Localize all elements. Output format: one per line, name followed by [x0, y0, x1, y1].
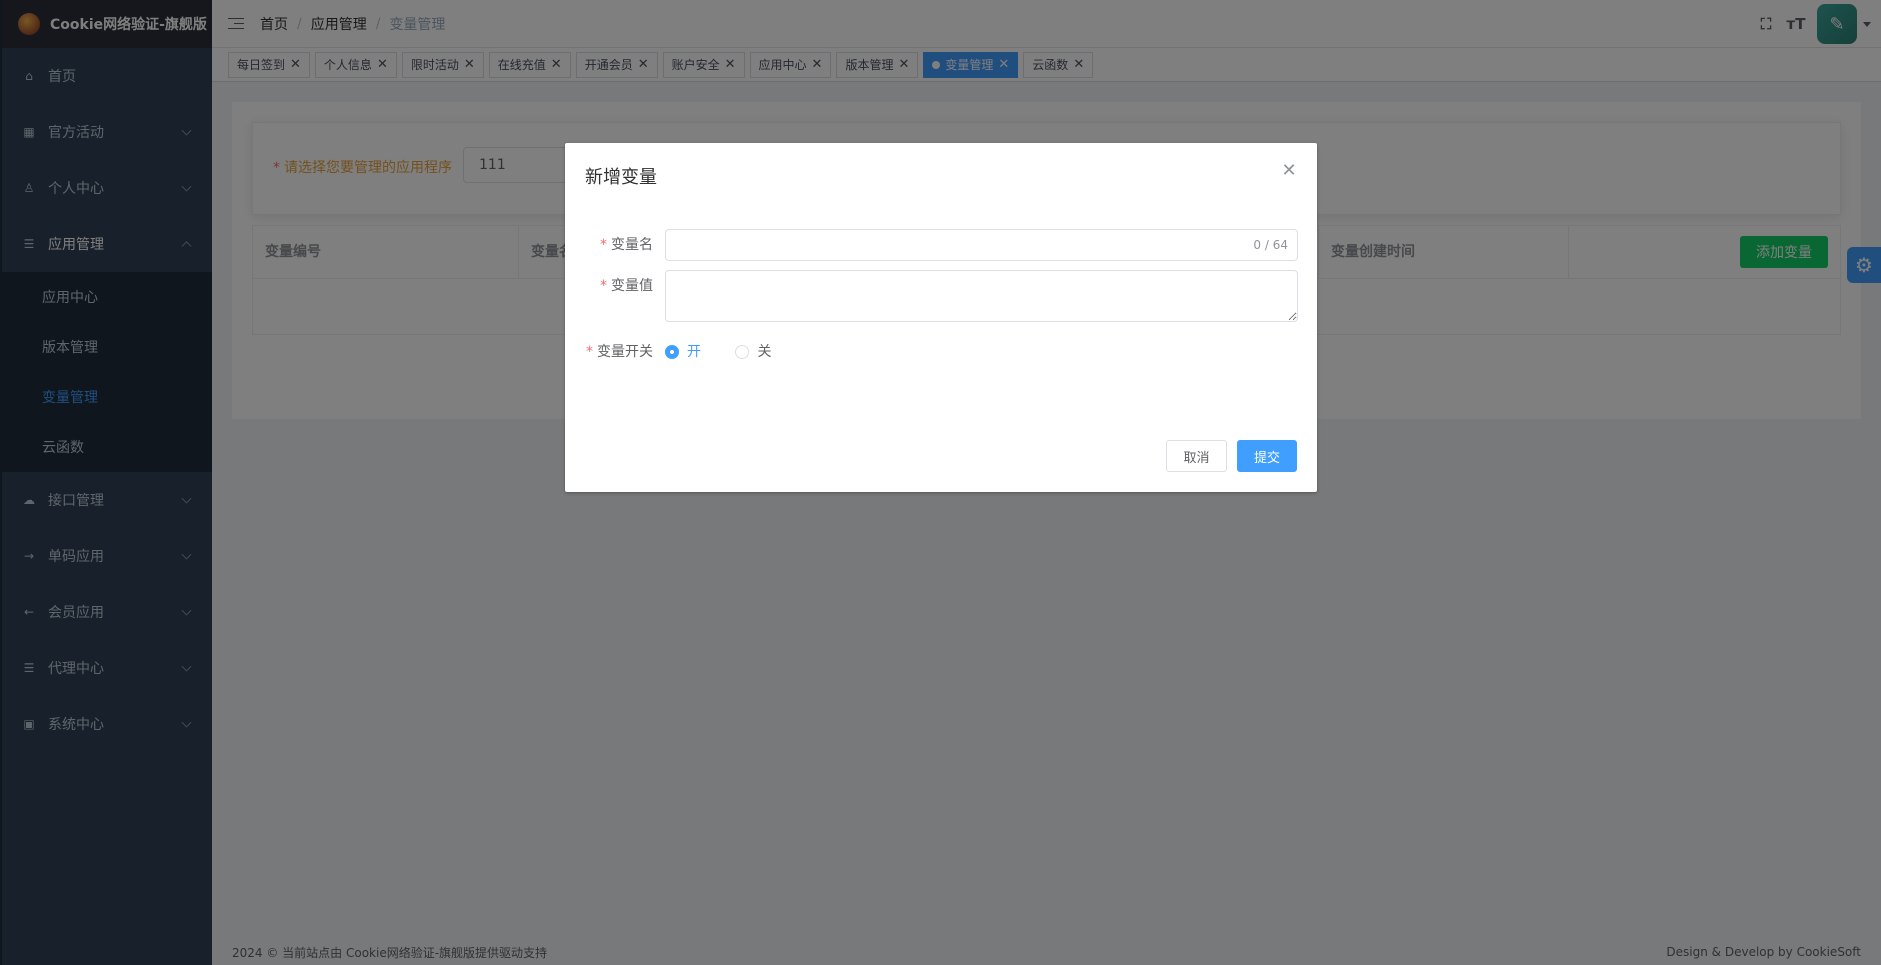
dialog-footer: 取消 提交: [1156, 440, 1297, 472]
radio-unchecked-icon: [735, 345, 750, 359]
variable-value-label-text: 变量值: [611, 278, 653, 294]
cancel-button[interactable]: 取消: [1166, 440, 1227, 472]
variable-value-label: * 变量值: [565, 270, 665, 302]
submit-button[interactable]: 提交: [1237, 440, 1297, 472]
char-counter: 0 / 64: [1253, 238, 1288, 252]
form-row-name: * 变量名 0 / 64: [565, 229, 1317, 261]
radio-checked-icon: [665, 345, 679, 359]
variable-switch-label: * 变量开关: [565, 336, 665, 368]
variable-name-field[interactable]: 0 / 64: [665, 229, 1298, 261]
radio-off-label: 关: [757, 344, 772, 360]
add-variable-dialog: 新增变量 ✕ * 变量名 0 / 64 * 变量值 * 变量开关 开 关 取消 提交: [565, 143, 1317, 492]
form-row-switch: * 变量开关 开 关: [565, 336, 1317, 368]
required-asterisk: *: [600, 237, 607, 253]
variable-switch-radio-group: 开 关: [665, 336, 801, 368]
dialog-title: 新增变量: [585, 167, 657, 188]
form-row-value: * 变量值: [565, 270, 1317, 322]
radio-on-label: 开: [687, 344, 701, 360]
required-asterisk: *: [600, 278, 607, 294]
variable-name-label-text: 变量名: [611, 237, 653, 253]
variable-name-label: * 变量名: [565, 229, 665, 261]
required-asterisk: *: [586, 344, 593, 360]
radio-off[interactable]: 关: [735, 336, 771, 368]
close-icon[interactable]: ✕: [1281, 162, 1297, 180]
variable-name-input[interactable]: [666, 230, 1297, 260]
variable-switch-label-text: 变量开关: [597, 344, 653, 360]
variable-value-textarea[interactable]: [665, 270, 1298, 322]
radio-on[interactable]: 开: [665, 336, 701, 368]
